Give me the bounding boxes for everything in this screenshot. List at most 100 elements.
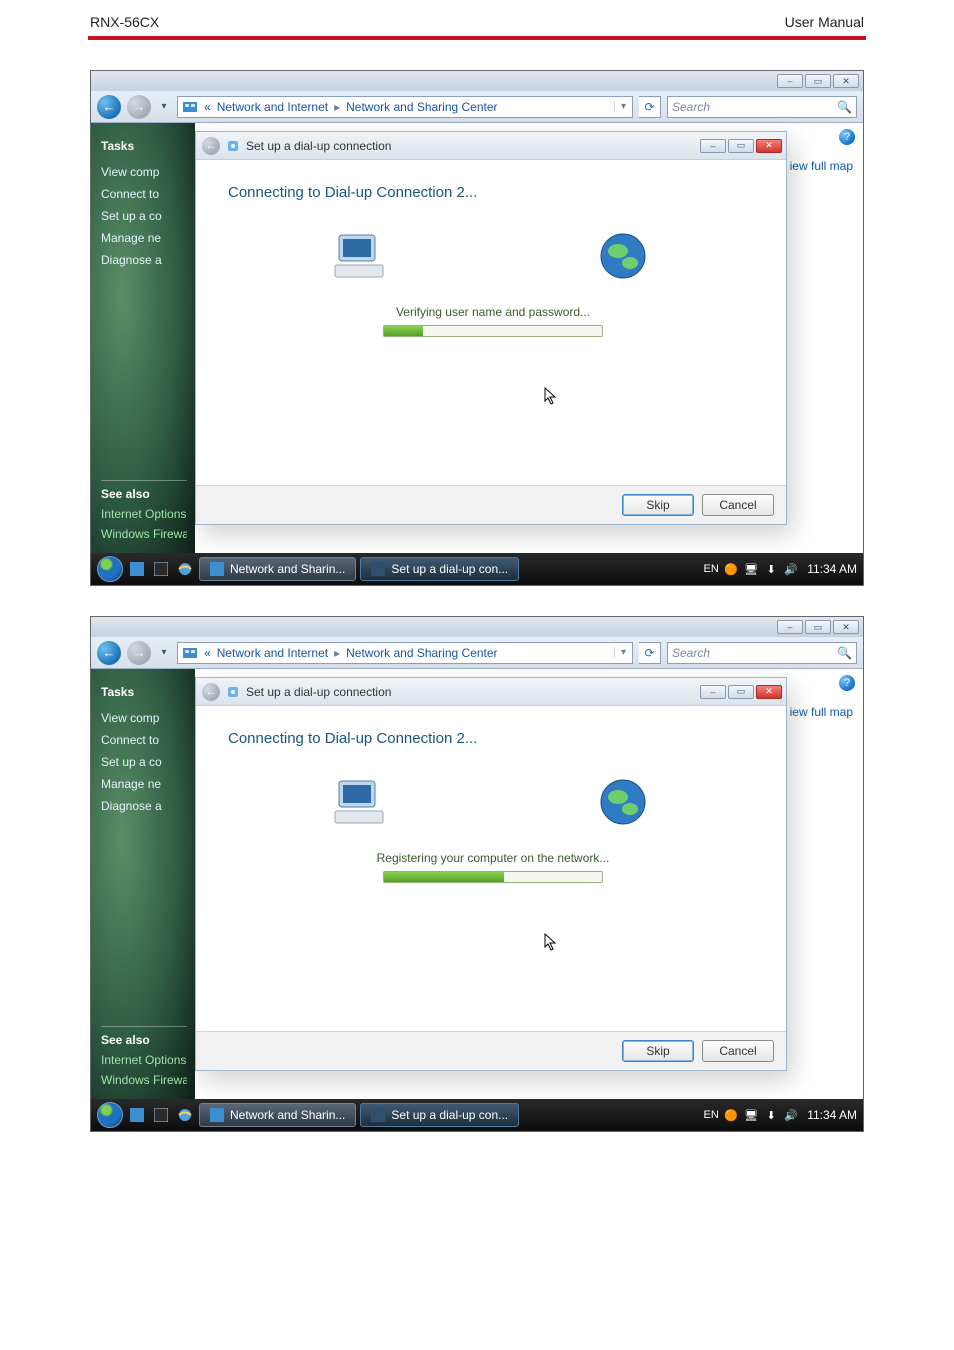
window-maximize-button[interactable]: ▭ (805, 74, 831, 88)
connection-graphic (224, 777, 762, 827)
nav-history-drop[interactable]: ▾ (157, 643, 171, 663)
tray-update-icon[interactable]: ⬇ (763, 561, 779, 577)
progress-fill (384, 872, 504, 882)
task-link[interactable]: Connect to (101, 187, 187, 201)
window-close-button[interactable]: ✕ (833, 620, 859, 634)
cancel-button[interactable]: Cancel (702, 494, 774, 516)
screenshot-1: – ▭ ✕ ← → ▾ « Network and Internet ▸ Net… (90, 70, 864, 586)
task-link[interactable]: Set up a co (101, 755, 187, 769)
task-link[interactable]: Manage ne (101, 777, 187, 791)
dialog-back-button[interactable]: ← (202, 137, 220, 155)
dialog-minimize-button[interactable]: – (700, 139, 726, 153)
tray-clock[interactable]: 11:34 AM (807, 562, 857, 576)
tray-network-icon[interactable]: 🖥 (743, 1107, 759, 1123)
search-icon[interactable]: 🔍 (837, 646, 852, 660)
search-icon[interactable]: 🔍 (837, 100, 852, 114)
task-link[interactable]: Diagnose a (101, 799, 187, 813)
dialog-footer: Skip Cancel (196, 485, 786, 524)
tasks-sidebar: Tasks View comp Connect to Set up a co M… (91, 669, 195, 1099)
dialog-maximize-button[interactable]: ▭ (728, 685, 754, 699)
nav-back-button[interactable]: ← (97, 641, 121, 665)
quicklaunch-switch-icon[interactable] (151, 1105, 171, 1125)
help-icon[interactable]: ? (839, 129, 855, 145)
tray-shield-icon[interactable]: 🟠 (723, 561, 739, 577)
skip-button[interactable]: Skip (622, 1040, 694, 1062)
seealso-link[interactable]: Windows Firewall (101, 1073, 187, 1087)
seealso-link[interactable]: Windows Firewall (101, 527, 187, 541)
address-bar[interactable]: « Network and Internet ▸ Network and Sha… (177, 96, 633, 118)
taskbar: Network and Sharin... Set up a dial-up c… (91, 1099, 863, 1131)
view-full-map-link[interactable]: iew full map (790, 705, 853, 719)
taskbar-button-dialup[interactable]: Set up a dial-up con... (360, 557, 519, 581)
addr-dropdown[interactable]: ▾ (614, 101, 632, 112)
skip-button[interactable]: Skip (622, 494, 694, 516)
tray-volume-icon[interactable]: 🔊 (783, 561, 799, 577)
search-input[interactable]: Search 🔍 (667, 642, 857, 664)
address-icon (182, 645, 198, 661)
taskbar-button-network[interactable]: Network and Sharin... (199, 1103, 356, 1127)
dialog-maximize-button[interactable]: ▭ (728, 139, 754, 153)
task-link[interactable]: Set up a co (101, 209, 187, 223)
task-link[interactable]: Manage ne (101, 231, 187, 245)
start-orb[interactable] (97, 1102, 123, 1128)
address-bar[interactable]: « Network and Internet ▸ Network and Sha… (177, 642, 633, 664)
tray-update-icon[interactable]: ⬇ (763, 1107, 779, 1123)
task-link[interactable]: Connect to (101, 733, 187, 747)
addr-path-2[interactable]: Network and Sharing Center (346, 646, 497, 660)
seealso-link[interactable]: Internet Options (101, 507, 187, 521)
window-minimize-button[interactable]: – (777, 74, 803, 88)
window-caption-buttons: – ▭ ✕ (91, 71, 863, 91)
taskbar-button-dialup[interactable]: Set up a dial-up con... (360, 1103, 519, 1127)
task-link[interactable]: View comp (101, 711, 187, 725)
tray-network-icon[interactable]: 🖥 (743, 561, 759, 577)
dialog-minimize-button[interactable]: – (700, 685, 726, 699)
window-maximize-button[interactable]: ▭ (805, 620, 831, 634)
search-input[interactable]: Search 🔍 (667, 96, 857, 118)
addr-path-1[interactable]: Network and Internet (217, 100, 328, 114)
quicklaunch-desktop-icon[interactable] (127, 559, 147, 579)
nav-back-button[interactable]: ← (97, 95, 121, 119)
tasks-sidebar: Tasks View comp Connect to Set up a co M… (91, 123, 195, 553)
addr-arrow-1[interactable]: ▸ (334, 646, 340, 660)
quicklaunch-switch-icon[interactable] (151, 559, 171, 579)
phone-icon (226, 139, 240, 153)
refresh-button[interactable]: ⟳ (639, 642, 661, 664)
tray-shield-icon[interactable]: 🟠 (723, 1107, 739, 1123)
dialog-back-button[interactable]: ← (202, 683, 220, 701)
system-tray: EN 🟠 🖥 ⬇ 🔊 11:34 AM (703, 1107, 857, 1123)
addr-path-1[interactable]: Network and Internet (217, 646, 328, 660)
taskbar-button-label: Set up a dial-up con... (391, 1108, 508, 1122)
tray-volume-icon[interactable]: 🔊 (783, 1107, 799, 1123)
connection-graphic (224, 231, 762, 281)
nav-forward-button[interactable]: → (127, 95, 151, 119)
task-link[interactable]: View comp (101, 165, 187, 179)
dialog-close-button[interactable]: ✕ (756, 139, 782, 153)
taskbar-button-network[interactable]: Network and Sharin... (199, 557, 356, 581)
seealso-link[interactable]: Internet Options (101, 1053, 187, 1067)
doc-section: User Manual (785, 14, 864, 30)
main-pane: ? iew full map ← Set up a dial-up connec… (195, 123, 863, 553)
dialog-close-button[interactable]: ✕ (756, 685, 782, 699)
tray-lang-icon[interactable]: EN (703, 1107, 719, 1123)
tray-clock[interactable]: 11:34 AM (807, 1108, 857, 1122)
dialup-wizard-dialog: ← Set up a dial-up connection – ▭ ✕ Conn… (195, 131, 787, 525)
tray-lang-icon[interactable]: EN (703, 561, 719, 577)
quicklaunch-desktop-icon[interactable] (127, 1105, 147, 1125)
quicklaunch-ie-icon[interactable] (175, 1105, 195, 1125)
addr-path-2[interactable]: Network and Sharing Center (346, 100, 497, 114)
view-full-map-link[interactable]: iew full map (790, 159, 853, 173)
task-link[interactable]: Diagnose a (101, 253, 187, 267)
window-minimize-button[interactable]: – (777, 620, 803, 634)
nav-forward-button[interactable]: → (127, 641, 151, 665)
addr-arrow-1[interactable]: ▸ (334, 100, 340, 114)
refresh-button[interactable]: ⟳ (639, 96, 661, 118)
help-icon[interactable]: ? (839, 675, 855, 691)
quicklaunch-ie-icon[interactable] (175, 559, 195, 579)
dialog-footer: Skip Cancel (196, 1031, 786, 1070)
cancel-button[interactable]: Cancel (702, 1040, 774, 1062)
addr-dropdown[interactable]: ▾ (614, 647, 632, 658)
window-close-button[interactable]: ✕ (833, 74, 859, 88)
nav-history-drop[interactable]: ▾ (157, 97, 171, 117)
start-orb[interactable] (97, 556, 123, 582)
taskbar: Network and Sharin... Set up a dial-up c… (91, 553, 863, 585)
